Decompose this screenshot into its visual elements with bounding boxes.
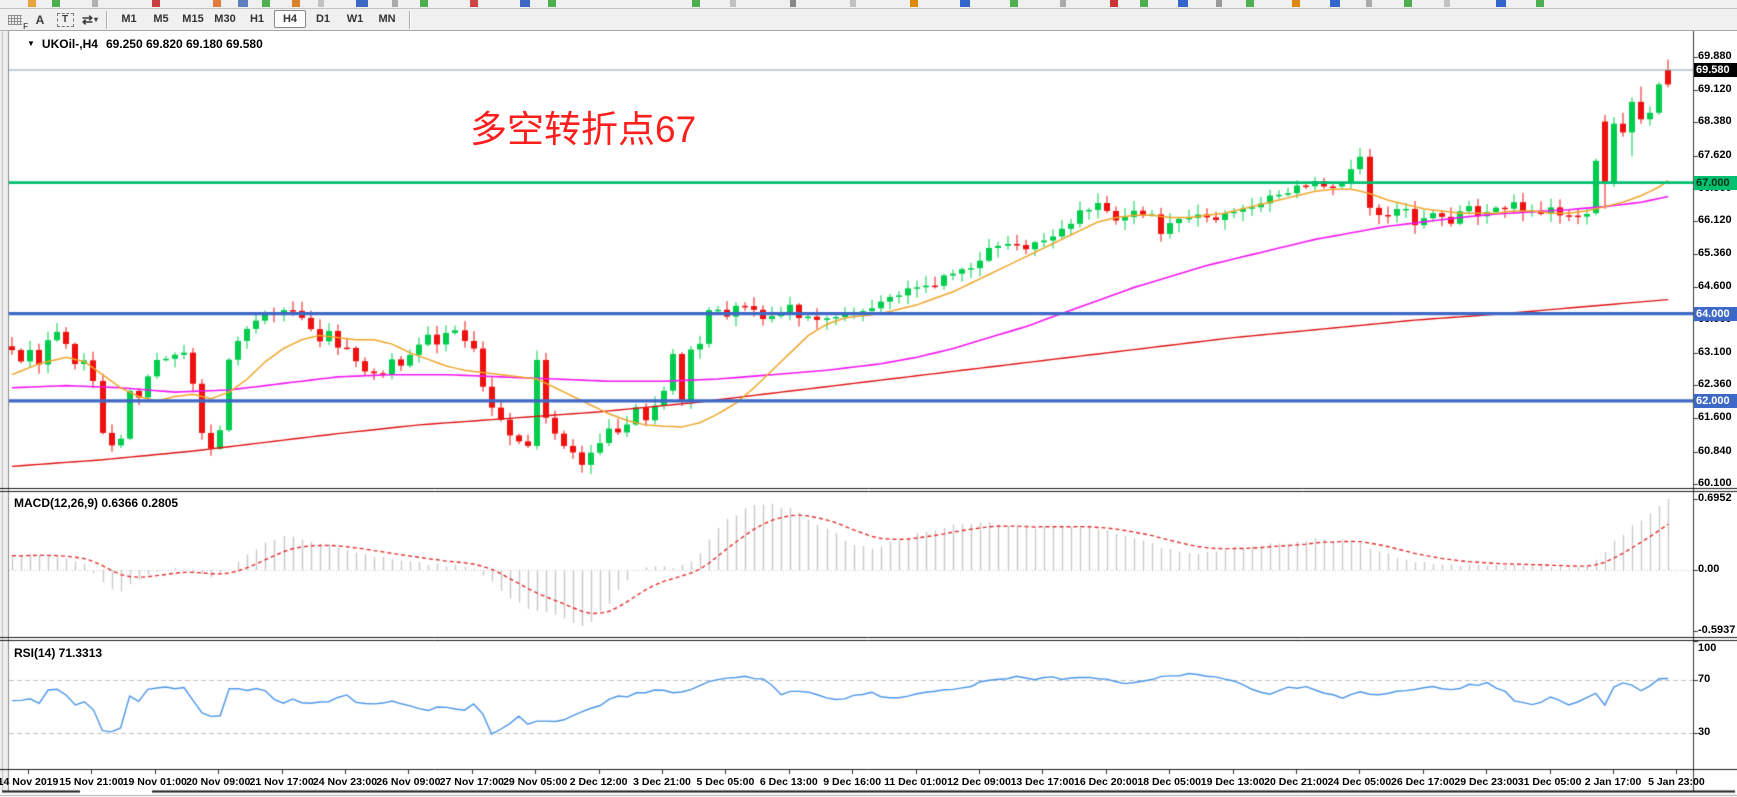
time-axis-label: 5 Jan 23:00	[1648, 776, 1705, 788]
price-axis-label: 65.360	[1698, 247, 1732, 259]
time-axis-label: 2 Jan 17:00	[1585, 776, 1642, 788]
price-axis-label: 69.880	[1698, 50, 1732, 62]
time-axis-label: 14 Nov 2019	[0, 776, 58, 788]
price-level-tag-67000[interactable]: 67.000	[1694, 176, 1737, 190]
price-axis-label: 60.100	[1698, 477, 1732, 489]
macd-indicator-label: MACD(12,26,9) 0.6366 0.2805	[14, 496, 178, 510]
price-axis-label: 63.100	[1698, 346, 1732, 358]
price-axis-label: 61.600	[1698, 411, 1732, 423]
price-axis-label: 67.620	[1698, 149, 1732, 161]
time-axis-label: 24 Nov 23:00	[313, 776, 377, 788]
time-axis-label: 13 Dec 17:00	[1011, 776, 1075, 788]
price-level-tag-64000[interactable]: 64.000	[1694, 307, 1737, 321]
time-axis-label: 26 Nov 09:00	[376, 776, 440, 788]
time-axis-label: 16 Dec 20:00	[1074, 776, 1138, 788]
time-axis-label: 19 Dec 13:00	[1201, 776, 1265, 788]
price-axis-label: 62.360	[1698, 378, 1732, 390]
rsi-axis-label: 100	[1698, 642, 1716, 654]
time-axis-label: 21 Nov 17:00	[249, 776, 313, 788]
time-axis-label: 29 Dec 23:00	[1454, 776, 1518, 788]
time-axis-label: 12 Dec 09:00	[947, 776, 1011, 788]
time-axis-label: 18 Dec 05:00	[1137, 776, 1201, 788]
time-axis-label: 6 Dec 13:00	[760, 776, 818, 788]
price-axis-label: 68.380	[1698, 115, 1732, 127]
price-level-tag-62000[interactable]: 62.000	[1694, 394, 1737, 408]
rsi-indicator-label: RSI(14) 71.3313	[14, 646, 102, 660]
time-axis-label: 26 Dec 17:00	[1391, 776, 1455, 788]
time-axis-label: 3 Dec 21:00	[633, 776, 691, 788]
time-axis-label: 20 Nov 09:00	[186, 776, 250, 788]
time-axis-label: 15 Nov 21:00	[59, 776, 123, 788]
time-axis-label: 5 Dec 05:00	[696, 776, 754, 788]
price-level-tag-69580: 69.580	[1694, 63, 1737, 77]
macd-axis-label: -0.5937	[1698, 624, 1735, 636]
time-axis-label: 20 Dec 21:00	[1264, 776, 1328, 788]
chart-annotation-text: 多空转折点67	[470, 99, 696, 153]
time-axis-label: 27 Nov 17:00	[440, 776, 504, 788]
time-axis-label: 19 Nov 01:00	[123, 776, 187, 788]
price-axis-label: 60.840	[1698, 445, 1732, 457]
mt4-window: F A T ⇄ ▾ M1M5M15M30H1H4D1W1MN ▼UKOil-,H…	[0, 0, 1737, 797]
macd-axis-label: 0.00	[1698, 563, 1719, 575]
price-axis-label: 66.120	[1698, 214, 1732, 226]
rsi-axis-label: 30	[1698, 726, 1710, 738]
time-axis-label: 24 Dec 05:00	[1328, 776, 1392, 788]
price-axis-label: 69.120	[1698, 83, 1732, 95]
ohlc-values: 69.250 69.820 69.180 69.580	[106, 37, 263, 51]
chart-title: ▼ UKOil-,H4 69.250 69.820 69.180 69.580	[27, 37, 263, 51]
symbol-period-label: UKOil-,H4	[42, 37, 98, 51]
time-axis-label: 9 Dec 16:00	[823, 776, 881, 788]
collapse-triangle-icon[interactable]: ▼	[27, 39, 35, 48]
time-axis-label: 2 Dec 12:00	[570, 776, 628, 788]
chart-canvas[interactable]	[0, 0, 1737, 797]
time-axis-label: 31 Dec 05:00	[1518, 776, 1582, 788]
time-axis-label: 29 Nov 05:00	[503, 776, 567, 788]
price-axis-label: 64.600	[1698, 280, 1732, 292]
macd-axis-label: 0.6952	[1698, 492, 1732, 504]
time-axis-label: 11 Dec 01:00	[884, 776, 947, 788]
rsi-axis-label: 70	[1698, 673, 1710, 685]
